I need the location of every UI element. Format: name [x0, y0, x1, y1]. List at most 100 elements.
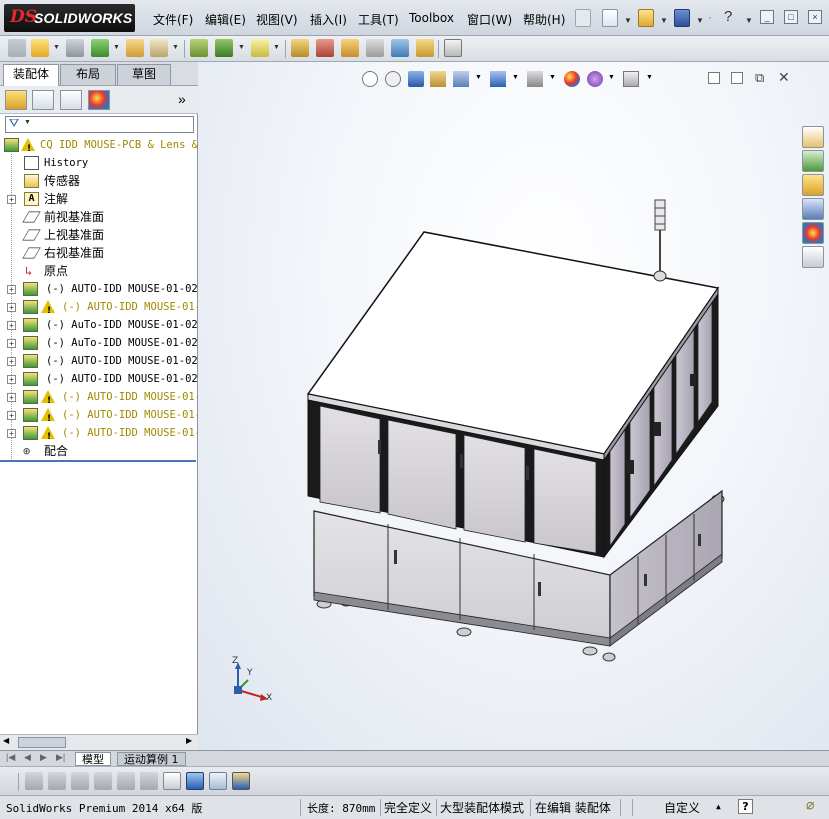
filter-dropdown-icon[interactable]: ▼ [24, 119, 31, 126]
bill-of-materials-icon[interactable] [316, 39, 334, 57]
displaymanager-icon[interactable] [88, 90, 110, 110]
expand-toggle-icon[interactable]: + [7, 321, 16, 330]
table-icon[interactable] [209, 772, 227, 790]
grid-icon[interactable] [117, 772, 135, 790]
help-question-icon[interactable]: ? [724, 8, 732, 25]
menu-help[interactable]: 帮助(H) [523, 11, 565, 28]
options-icon[interactable] [48, 772, 66, 790]
close-window-icon[interactable]: × [808, 10, 822, 24]
configurationmanager-icon[interactable] [60, 90, 82, 110]
tab-scroll-prev-icon[interactable]: ◀ [24, 752, 31, 763]
unit-system-selector[interactable]: 自定义 [664, 799, 700, 816]
tab-assembly[interactable]: 装配体 [3, 64, 59, 86]
tree-root-assembly[interactable]: ! CQ IDD MOUSE-PCB & Lens & [0, 136, 198, 154]
open-folder-icon[interactable] [638, 9, 654, 27]
rollback-bar[interactable] [0, 460, 196, 462]
tree-item-component[interactable]: + (-) AUTO-IDD MOUSE-01-0205 [0, 352, 198, 370]
tree-item-component[interactable]: + (-) AuTo-IDD MOUSE-01-0202 [0, 316, 198, 334]
save-icon[interactable] [674, 9, 690, 27]
new-motion-study-icon[interactable] [291, 39, 309, 57]
menu-toolbox[interactable]: Toolbox [409, 11, 454, 25]
expand-toggle-icon[interactable]: + [7, 393, 16, 402]
minimize-window-icon[interactable]: _ [760, 10, 774, 24]
menu-insert[interactable]: 插入(I) [310, 11, 347, 28]
expand-toggle-icon[interactable]: + [7, 195, 16, 204]
move-dropdown-icon[interactable]: ▼ [172, 44, 179, 51]
open-dropdown-icon[interactable]: ▼ [660, 16, 668, 25]
rebuild-icon[interactable] [25, 772, 43, 790]
graphics-area[interactable]: ▼ ▼ ▼ ▼ ▼ ⧉ ✕ Z Y X [198, 62, 829, 750]
tree-item-history[interactable]: History [0, 154, 198, 172]
tree-item-component[interactable]: + ! (-) AUTO-IDD MOUSE-01-0 [0, 388, 198, 406]
tree-item-top-plane[interactable]: 上视基准面 [0, 226, 198, 244]
axis-icon[interactable] [163, 772, 181, 790]
new-dropdown-icon[interactable]: ▼ [624, 16, 632, 25]
new-document-icon[interactable] [602, 9, 618, 27]
expand-toggle-icon[interactable]: + [7, 303, 16, 312]
tree-item-origin[interactable]: ↳ 原点 [0, 262, 198, 280]
tab-layout[interactable]: 布局 [60, 64, 116, 85]
expand-toggle-icon[interactable]: + [7, 285, 16, 294]
tree-item-component[interactable]: + ! (-) AUTO-IDD MOUSE-01-0 [0, 298, 198, 316]
propertymanager-icon[interactable] [32, 90, 54, 110]
reference-dropdown-icon[interactable]: ▼ [273, 44, 280, 51]
dimension-icon[interactable] [140, 772, 158, 790]
scroll-left-icon[interactable]: ◀ [3, 736, 9, 745]
units-dropup-icon[interactable]: ▲ [716, 802, 721, 811]
tree-item-sensors[interactable]: 传感器 [0, 172, 198, 190]
menu-window[interactable]: 窗口(W) [467, 11, 512, 28]
cabinet-3d-model[interactable] [198, 62, 829, 750]
tree-item-mates[interactable]: ⊕ 配合 [0, 442, 198, 460]
menu-tools[interactable]: 工具(T) [358, 11, 399, 28]
tree-item-right-plane[interactable]: 右视基准面 [0, 244, 198, 262]
tree-horizontal-scrollbar[interactable]: ◀ ▶ [0, 734, 198, 750]
features-dropdown-icon[interactable]: ▼ [238, 44, 245, 51]
rebuild-status-icon[interactable]: ⌀ [806, 798, 814, 814]
pattern-dropdown-icon[interactable]: ▼ [113, 44, 120, 51]
mate-icon[interactable] [66, 39, 84, 57]
help-icon[interactable]: ? [738, 799, 753, 814]
explode-line-sketch-icon[interactable] [366, 39, 384, 57]
menu-edit[interactable]: 编辑(E) [205, 11, 246, 28]
exploded-view-icon[interactable] [341, 39, 359, 57]
instant3d-icon[interactable] [444, 39, 462, 57]
tree-item-component[interactable]: + (-) AUTO-IDD MOUSE-01-0209 [0, 280, 198, 298]
filter-funnel-icon[interactable]: ⛛ [9, 116, 19, 131]
render-icon[interactable] [232, 772, 250, 790]
tab-scroll-last-icon[interactable]: ▶| [56, 752, 65, 763]
scrollbar-thumb[interactable] [18, 737, 66, 748]
interference-detection-icon[interactable] [391, 39, 409, 57]
tab-model[interactable]: 模型 [75, 752, 111, 766]
tree-item-component[interactable]: + (-) AUTO-IDD MOUSE-01-0204 [0, 370, 198, 388]
insert-components-icon[interactable] [31, 39, 49, 57]
tree-item-component[interactable]: + (-) AuTo-IDD MOUSE-01-0203 [0, 334, 198, 352]
tab-scroll-first-icon[interactable]: |◀ [6, 752, 15, 763]
solidworks-logo[interactable]: DS SOLIDWORKS [4, 4, 135, 32]
assembly-features-icon[interactable] [215, 39, 233, 57]
expand-toggle-icon[interactable]: + [7, 339, 16, 348]
tree-item-front-plane[interactable]: 前视基准面 [0, 208, 198, 226]
move-component-icon[interactable] [150, 39, 168, 57]
help-dropdown-icon[interactable]: ▼ [745, 16, 753, 25]
tab-sketch[interactable]: 草图 [117, 64, 171, 85]
expand-toggle-icon[interactable]: + [7, 429, 16, 438]
line-style-icon[interactable] [94, 772, 112, 790]
reference-geometry-icon[interactable] [251, 39, 269, 57]
featuremanager-tree-icon[interactable] [5, 90, 27, 110]
expand-toggle-icon[interactable]: + [7, 375, 16, 384]
save-dropdown-icon[interactable]: ▼ [696, 16, 704, 25]
linear-pattern-icon[interactable] [91, 39, 109, 57]
tab-scroll-next-icon[interactable]: ▶ [40, 752, 47, 763]
insert-dropdown-icon[interactable]: ▼ [53, 44, 60, 51]
scroll-right-icon[interactable]: ▶ [186, 736, 192, 745]
expand-toggle-icon[interactable]: + [7, 357, 16, 366]
tree-item-component[interactable]: + ! (-) AUTO-IDD MOUSE-01-0 [0, 424, 198, 442]
edit-component-icon[interactable] [8, 39, 26, 57]
smart-fasteners-icon[interactable] [126, 39, 144, 57]
pin-icon[interactable] [575, 9, 591, 27]
shaded-view-icon[interactable] [186, 772, 204, 790]
expand-toggle-icon[interactable]: + [7, 411, 16, 420]
tree-item-annotations[interactable]: + A 注解 [0, 190, 198, 208]
view-sketch-icon[interactable] [71, 772, 89, 790]
menu-view[interactable]: 视图(V) [256, 11, 298, 28]
